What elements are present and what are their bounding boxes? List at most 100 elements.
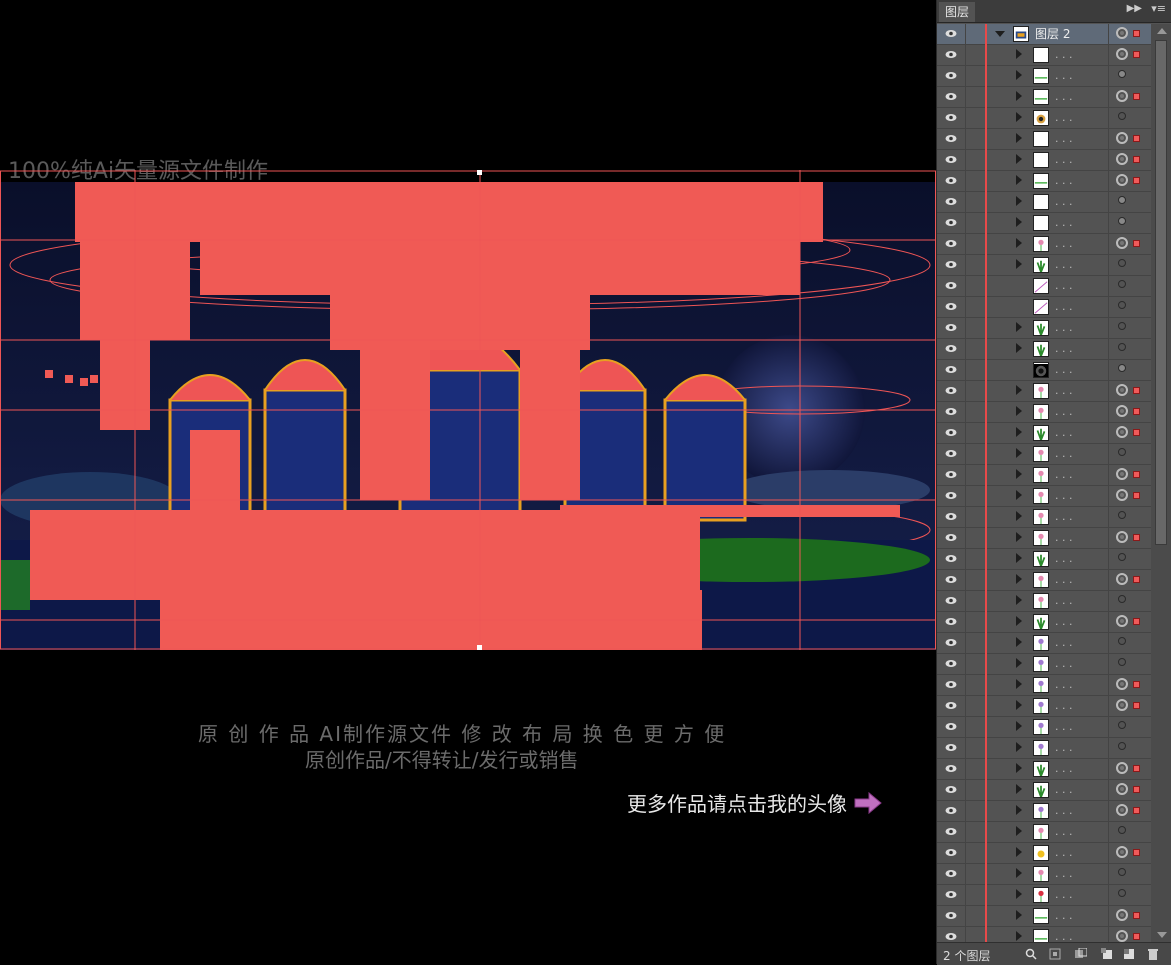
lock-column[interactable] — [965, 213, 966, 234]
create-sublayer-icon[interactable] — [1101, 948, 1113, 960]
sublayer-name[interactable]: . . . — [1055, 488, 1072, 504]
sublayer-row[interactable]: . . . — [937, 738, 1151, 759]
visibility-eye-icon[interactable] — [945, 659, 957, 668]
disclosure-triangle-icon[interactable] — [1016, 217, 1022, 227]
sublayer-row[interactable]: . . . — [937, 612, 1151, 633]
visibility-eye-icon[interactable] — [945, 638, 957, 647]
layer-list[interactable]: 图层 2 . . . . . . . . . . . . . . . . . . . . ..… — [937, 24, 1151, 942]
disclosure-triangle-icon[interactable] — [1016, 658, 1022, 668]
selection-square[interactable] — [1133, 93, 1140, 100]
disclosure-triangle-icon[interactable] — [1016, 637, 1022, 647]
sublayer-row[interactable]: . . . — [937, 255, 1151, 276]
sublayer-row[interactable]: . . . — [937, 549, 1151, 570]
selection-square[interactable] — [1133, 51, 1140, 58]
sublayer-row[interactable]: . . . — [937, 360, 1151, 381]
target-circle-icon[interactable] — [1116, 699, 1128, 711]
lock-column[interactable] — [965, 759, 966, 780]
lock-column[interactable] — [965, 570, 966, 591]
target-circle-icon[interactable] — [1118, 889, 1126, 897]
visibility-eye-icon[interactable] — [945, 743, 957, 752]
disclosure-triangle-icon[interactable] — [1016, 826, 1022, 836]
target-circle-icon[interactable] — [1118, 217, 1126, 225]
lock-column[interactable] — [965, 507, 966, 528]
target-circle-icon[interactable] — [1116, 237, 1128, 249]
lock-column[interactable] — [965, 885, 966, 906]
lock-column[interactable] — [965, 843, 966, 864]
disclosure-triangle-icon[interactable] — [1016, 931, 1022, 941]
sublayer-name[interactable]: . . . — [1055, 908, 1072, 924]
sublayer-name[interactable]: . . . — [1055, 194, 1072, 210]
disclosure-triangle-icon[interactable] — [1016, 763, 1022, 773]
sublayer-name[interactable]: . . . — [1055, 551, 1072, 567]
lock-column[interactable] — [965, 150, 966, 171]
visibility-eye-icon[interactable] — [945, 197, 957, 206]
sublayer-row[interactable]: . . . — [937, 675, 1151, 696]
sublayer-name[interactable]: . . . — [1055, 845, 1072, 861]
sublayer-name[interactable]: . . . — [1055, 782, 1072, 798]
lock-column[interactable] — [965, 906, 966, 927]
disclosure-triangle-icon[interactable] — [1016, 175, 1022, 185]
lock-column[interactable] — [965, 780, 966, 801]
sublayer-row[interactable]: . . . — [937, 906, 1151, 927]
locate-object-icon[interactable] — [1049, 948, 1061, 960]
selection-square[interactable] — [1133, 807, 1140, 814]
visibility-eye-icon[interactable] — [945, 512, 957, 521]
sublayer-name[interactable]: . . . — [1055, 404, 1072, 420]
target-circle-icon[interactable] — [1118, 196, 1126, 204]
sublayer-row[interactable]: . . . — [937, 108, 1151, 129]
selection-square[interactable] — [1133, 135, 1140, 142]
sublayer-name[interactable]: . . . — [1055, 278, 1072, 294]
sublayer-name[interactable]: . . . — [1055, 89, 1072, 105]
target-circle-icon[interactable] — [1116, 531, 1128, 543]
disclosure-triangle-icon[interactable] — [1016, 616, 1022, 626]
sublayer-name[interactable]: . . . — [1055, 110, 1072, 126]
visibility-eye-icon[interactable] — [945, 344, 957, 353]
visibility-eye-icon[interactable] — [945, 575, 957, 584]
disclosure-triangle-icon[interactable] — [1016, 406, 1022, 416]
disclosure-triangle-icon[interactable] — [1016, 322, 1022, 332]
disclosure-triangle-icon[interactable] — [1016, 448, 1022, 458]
layer-list-scrollbar[interactable] — [1151, 24, 1171, 942]
target-circle-icon[interactable] — [1118, 448, 1126, 456]
sublayer-name[interactable]: . . . — [1055, 530, 1072, 546]
visibility-eye-icon[interactable] — [945, 71, 957, 80]
disclosure-triangle-icon[interactable] — [1016, 868, 1022, 878]
target-circle-icon[interactable] — [1116, 426, 1128, 438]
visibility-eye-icon[interactable] — [945, 722, 957, 731]
sublayer-name[interactable]: . . . — [1055, 740, 1072, 756]
lock-column[interactable] — [965, 465, 966, 486]
sublayer-row[interactable]: . . . — [937, 297, 1151, 318]
search-icon[interactable] — [1025, 948, 1037, 960]
disclosure-triangle-icon[interactable] — [1016, 805, 1022, 815]
visibility-eye-icon[interactable] — [945, 491, 957, 500]
artboard-canvas[interactable]: 100%纯Ai矢量源文件制作 原 创 作 品 AI制作源文件 修 改 布 局 换… — [0, 0, 936, 964]
visibility-eye-icon[interactable] — [945, 533, 957, 542]
target-circle-icon[interactable] — [1118, 868, 1126, 876]
sublayer-row[interactable]: . . . — [937, 654, 1151, 675]
sublayer-name[interactable]: . . . — [1055, 614, 1072, 630]
selection-square[interactable] — [1133, 702, 1140, 709]
target-circle-icon[interactable] — [1118, 595, 1126, 603]
selection-square[interactable] — [1133, 471, 1140, 478]
new-layer-icon[interactable] — [1123, 948, 1135, 960]
sublayer-name[interactable]: . . . — [1055, 719, 1072, 735]
selection-square[interactable] — [1133, 786, 1140, 793]
visibility-eye-icon[interactable] — [945, 155, 957, 164]
target-circle-icon[interactable] — [1118, 511, 1126, 519]
lock-column[interactable] — [965, 423, 966, 444]
sublayer-row[interactable]: . . . — [937, 423, 1151, 444]
target-circle-icon[interactable] — [1118, 637, 1126, 645]
tab-layers[interactable]: 图层 — [939, 2, 976, 22]
visibility-eye-icon[interactable] — [945, 806, 957, 815]
target-circle-icon[interactable] — [1118, 280, 1126, 288]
lock-column[interactable] — [965, 654, 966, 675]
target-circle-icon[interactable] — [1118, 364, 1126, 372]
sublayer-name[interactable]: . . . — [1055, 572, 1072, 588]
selection-square[interactable] — [1133, 681, 1140, 688]
lock-column[interactable] — [965, 297, 966, 318]
lock-column[interactable] — [965, 738, 966, 759]
sublayer-name[interactable]: . . . — [1055, 803, 1072, 819]
lock-column[interactable] — [965, 633, 966, 654]
disclosure-triangle-icon[interactable] — [1016, 196, 1022, 206]
sublayer-row[interactable]: . . . — [937, 234, 1151, 255]
